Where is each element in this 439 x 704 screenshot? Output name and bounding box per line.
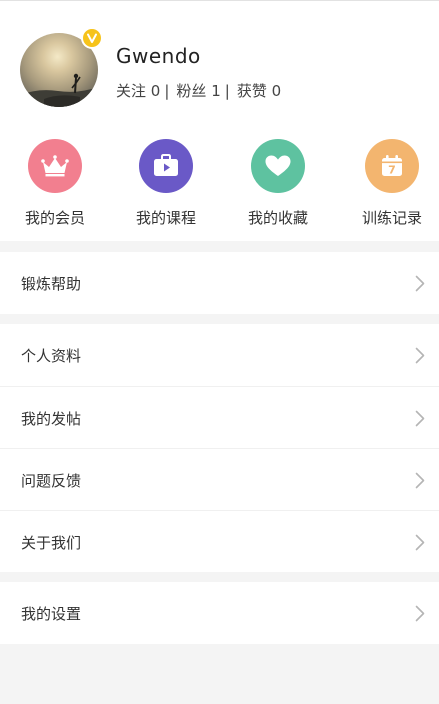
stat-followers[interactable]: 粉丝 1 (176, 82, 220, 100)
shortcut-courses[interactable]: 我的课程 (111, 139, 221, 231)
profile-header: Gwendo 关注 0 | 粉丝 1 | 获赞 0 我的会员 我的课程 我的收藏… (0, 1, 439, 241)
menu-item-my-posts[interactable]: 我的发帖 (0, 386, 439, 448)
shortcut-label: 我的会员 (24, 209, 85, 227)
calendar-day: 7 (388, 164, 396, 177)
shortcut-label: 训练记录 (361, 209, 422, 227)
menu-item-label: 问题反馈 (21, 472, 82, 490)
stat-separator: | (164, 82, 170, 100)
menu-item-label: 锻炼帮助 (21, 275, 82, 293)
shortcut-training-log[interactable]: 7 训练记录 (337, 139, 439, 231)
stat-likes[interactable]: 获赞 0 (237, 82, 281, 100)
stat-separator: | (224, 82, 230, 100)
shortcut-row: 我的会员 我的课程 我的收藏 7 训练记录 (0, 139, 439, 231)
shortcut-label: 我的收藏 (247, 209, 308, 227)
avatar[interactable] (20, 27, 103, 107)
menu-item-label: 关于我们 (21, 534, 82, 552)
shortcut-favorites[interactable]: 我的收藏 (223, 139, 333, 231)
menu-group-help: 锻炼帮助 (0, 252, 439, 314)
calendar-icon: 7 (365, 139, 419, 193)
username[interactable]: Gwendo (116, 44, 201, 68)
menu-item-settings[interactable]: 我的设置 (0, 582, 439, 644)
chevron-right-icon (415, 534, 425, 551)
stat-followers-label: 粉丝 (176, 82, 207, 100)
menu-item-about-us[interactable]: 关于我们 (0, 510, 439, 572)
profile-stats: 关注 0 | 粉丝 1 | 获赞 0 (116, 80, 281, 101)
stat-likes-label: 获赞 (236, 82, 267, 100)
menu-item-feedback[interactable]: 问题反馈 (0, 448, 439, 510)
menu-group-account: 个人资料 我的发帖 问题反馈 关于我们 (0, 324, 439, 572)
crown-icon (28, 139, 82, 193)
chevron-right-icon (415, 275, 425, 292)
menu-item-profile-info[interactable]: 个人资料 (0, 324, 439, 386)
chevron-right-icon (415, 410, 425, 427)
stat-following-value: 0 (150, 82, 161, 100)
menu-item-label: 我的发帖 (21, 410, 82, 428)
stat-following[interactable]: 关注 0 (116, 82, 160, 100)
menu-group-settings: 我的设置 (0, 582, 439, 644)
heart-icon (251, 139, 305, 193)
verified-v-icon (81, 27, 103, 49)
shortcut-membership[interactable]: 我的会员 (0, 139, 110, 231)
stat-likes-value: 0 (271, 82, 282, 100)
stat-following-label: 关注 (116, 82, 147, 100)
chevron-right-icon (415, 605, 425, 622)
stat-followers-value: 1 (211, 82, 221, 100)
menu-item-exercise-help[interactable]: 锻炼帮助 (0, 252, 439, 314)
shortcut-label: 我的课程 (135, 209, 196, 227)
chevron-right-icon (415, 472, 425, 489)
video-bag-icon (139, 139, 193, 193)
menu-item-label: 个人资料 (21, 347, 82, 365)
menu-item-label: 我的设置 (21, 605, 82, 623)
chevron-right-icon (415, 347, 425, 364)
